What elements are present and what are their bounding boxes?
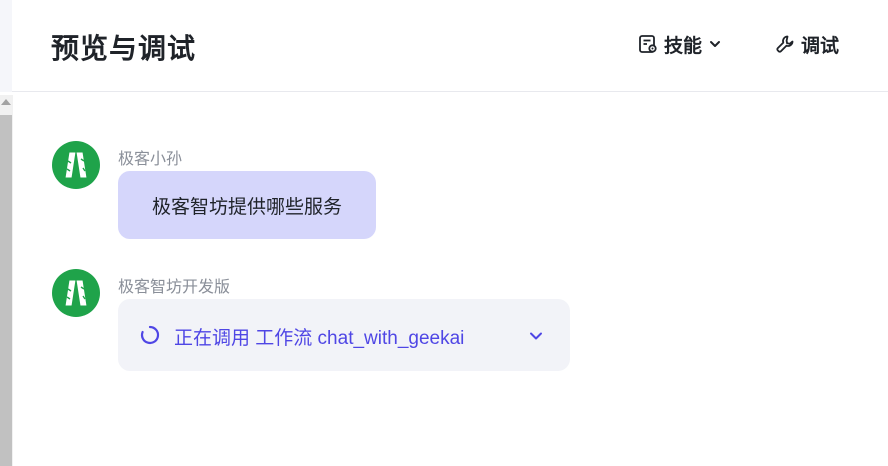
expand-chevron-down-icon[interactable]: [528, 328, 544, 349]
scroll-up-arrow-icon[interactable]: [1, 99, 11, 105]
user-avatar: [52, 141, 100, 189]
chevron-down-icon: [708, 37, 722, 51]
user-message-bubble: 极客智坊提供哪些服务: [118, 171, 376, 239]
preview-debug-panel: 预览与调试 技能 调试 极客小孙 极客智坊提供哪些服务 极客智坊开发版 正在调用…: [0, 0, 888, 466]
scrollbar-thumb[interactable]: [0, 115, 12, 466]
scrollbar[interactable]: [0, 95, 13, 466]
skills-label: 技能: [664, 35, 703, 57]
debug-button[interactable]: 调试: [775, 30, 839, 58]
skill-doc-icon: [638, 34, 658, 54]
skills-dropdown-button[interactable]: 技能: [638, 30, 722, 58]
message-sender: 极客小孙: [118, 151, 183, 168]
tool-call-card[interactable]: 正在调用 工作流 chat_with_geekai: [118, 299, 570, 371]
tool-call-status: 正在调用 工作流 chat_with_geekai: [174, 328, 465, 349]
message-sender: 极客智坊开发版: [118, 279, 231, 296]
geekai-logo-icon: [64, 151, 88, 179]
wrench-icon: [775, 34, 795, 54]
debug-label: 调试: [801, 35, 840, 57]
panel-header: 预览与调试 技能 调试: [12, 0, 888, 92]
left-gutter: [0, 0, 12, 92]
geekai-logo-icon: [64, 279, 88, 307]
page-title: 预览与调试: [51, 33, 197, 64]
spinner-icon: [140, 325, 160, 350]
bot-avatar: [52, 269, 100, 317]
